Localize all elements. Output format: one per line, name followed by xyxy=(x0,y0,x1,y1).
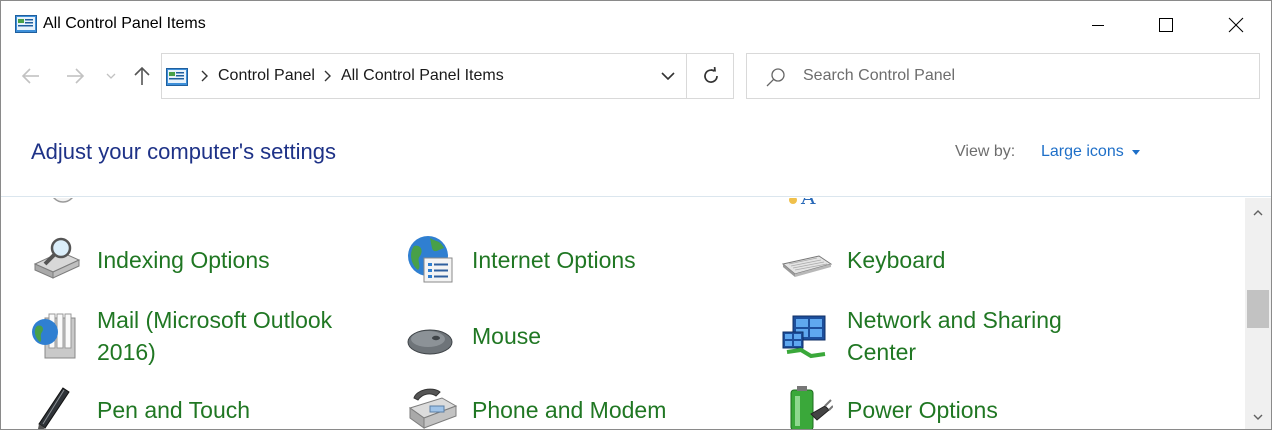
item-label: Power Options xyxy=(847,397,998,423)
item-label: Mouse xyxy=(472,323,542,349)
item-phone-and-modem[interactable]: Phone and Modem xyxy=(406,384,746,429)
item-internet-options[interactable]: Internet Options xyxy=(406,230,746,286)
arrow-left-icon xyxy=(21,68,39,84)
item-label-line-2: Center xyxy=(847,339,917,365)
chevron-right-icon[interactable] xyxy=(315,70,341,82)
svg-text:A: A xyxy=(800,198,816,208)
caret-down-icon xyxy=(1131,149,1140,155)
breadcrumb-control-panel[interactable]: Control Panel xyxy=(218,67,315,85)
pen-icon xyxy=(38,387,70,429)
chevron-down-icon xyxy=(106,73,116,79)
item-mouse[interactable]: Mouse xyxy=(406,306,746,362)
scroll-thumb[interactable] xyxy=(1247,290,1269,328)
date-time-icon xyxy=(53,198,73,203)
window-title: All Control Panel Items xyxy=(43,15,206,32)
refresh-button[interactable] xyxy=(687,54,734,98)
forward-button[interactable] xyxy=(59,61,91,91)
item-label: Keyboard xyxy=(847,247,946,273)
minimize-button[interactable] xyxy=(1063,1,1133,49)
breadcrumb: Control Panel All Control Panel Items xyxy=(192,54,504,98)
breadcrumb-all-items[interactable]: All Control Panel Items xyxy=(341,67,504,85)
page-header: Adjust your computer's settings View by:… xyxy=(1,111,1271,197)
scroll-down-button[interactable] xyxy=(1245,404,1271,429)
internet-options-icon xyxy=(408,236,453,283)
minimize-icon xyxy=(1092,25,1104,26)
control-panel-icon xyxy=(15,15,37,33)
maximize-icon xyxy=(1159,18,1173,32)
arrow-up-icon xyxy=(134,66,150,85)
mail-icon xyxy=(32,313,76,359)
vertical-scrollbar[interactable] xyxy=(1245,198,1271,429)
item-power-options[interactable]: Power Options xyxy=(781,384,1121,429)
address-history-dropdown[interactable] xyxy=(650,54,686,98)
item-pen-and-touch[interactable]: Pen and Touch xyxy=(31,384,371,429)
chevron-right-icon[interactable] xyxy=(192,70,218,82)
address-bar[interactable]: Control Panel All Control Panel Items xyxy=(161,53,734,99)
view-by-dropdown[interactable]: Large icons xyxy=(1041,143,1140,161)
keyboard-icon xyxy=(781,255,833,277)
item-keyboard[interactable]: Keyboard xyxy=(781,230,1121,286)
item-network-sharing[interactable]: Network and Sharing Center xyxy=(781,302,1141,372)
item-label: Indexing Options xyxy=(97,247,270,273)
search-icon xyxy=(766,68,785,87)
close-button[interactable] xyxy=(1201,1,1271,49)
maximize-button[interactable] xyxy=(1131,1,1201,49)
item-label-line-1: Mail (Microsoft Outlook xyxy=(97,307,333,333)
phone-modem-icon xyxy=(408,388,458,429)
mouse-icon xyxy=(407,329,453,355)
power-options-icon xyxy=(790,386,833,429)
network-sharing-icon xyxy=(782,315,826,359)
control-panel-icon xyxy=(166,68,188,86)
item-label: Phone and Modem xyxy=(472,397,667,423)
item-label-line-2: 2016) xyxy=(97,339,156,365)
back-button[interactable] xyxy=(15,61,47,91)
search-box[interactable] xyxy=(746,53,1260,99)
item-mail[interactable]: Mail (Microsoft Outlook 2016) xyxy=(31,302,391,372)
chevron-up-icon xyxy=(1253,210,1263,216)
refresh-icon xyxy=(703,67,718,83)
title-bar[interactable]: All Control Panel Items xyxy=(1,1,1271,49)
control-panel-window: All Control Panel Items Control Panel Al… xyxy=(0,0,1272,430)
up-button[interactable] xyxy=(127,61,157,91)
search-input[interactable] xyxy=(803,62,1243,90)
item-indexing-options[interactable]: Indexing Options xyxy=(31,230,371,286)
recent-locations-button[interactable] xyxy=(101,61,121,91)
indexing-options-icon xyxy=(33,237,81,279)
close-icon xyxy=(1228,17,1244,33)
item-label-line-1: Network and Sharing xyxy=(847,307,1062,333)
fonts-icon xyxy=(409,198,453,204)
accessibility-icon: A xyxy=(789,198,816,208)
scroll-up-button[interactable] xyxy=(1245,200,1271,226)
view-by-value: Large icons xyxy=(1041,143,1124,160)
item-label: Internet Options xyxy=(472,247,636,273)
item-label: Pen and Touch xyxy=(97,397,251,423)
chevron-down-icon xyxy=(1253,414,1263,420)
items-grid: A Indexing Options xyxy=(1,198,1245,429)
chevron-down-icon xyxy=(661,72,675,80)
page-title: Adjust your computer's settings xyxy=(31,139,337,164)
arrow-right-icon xyxy=(67,68,85,84)
view-by-label: View by: xyxy=(955,143,1016,160)
